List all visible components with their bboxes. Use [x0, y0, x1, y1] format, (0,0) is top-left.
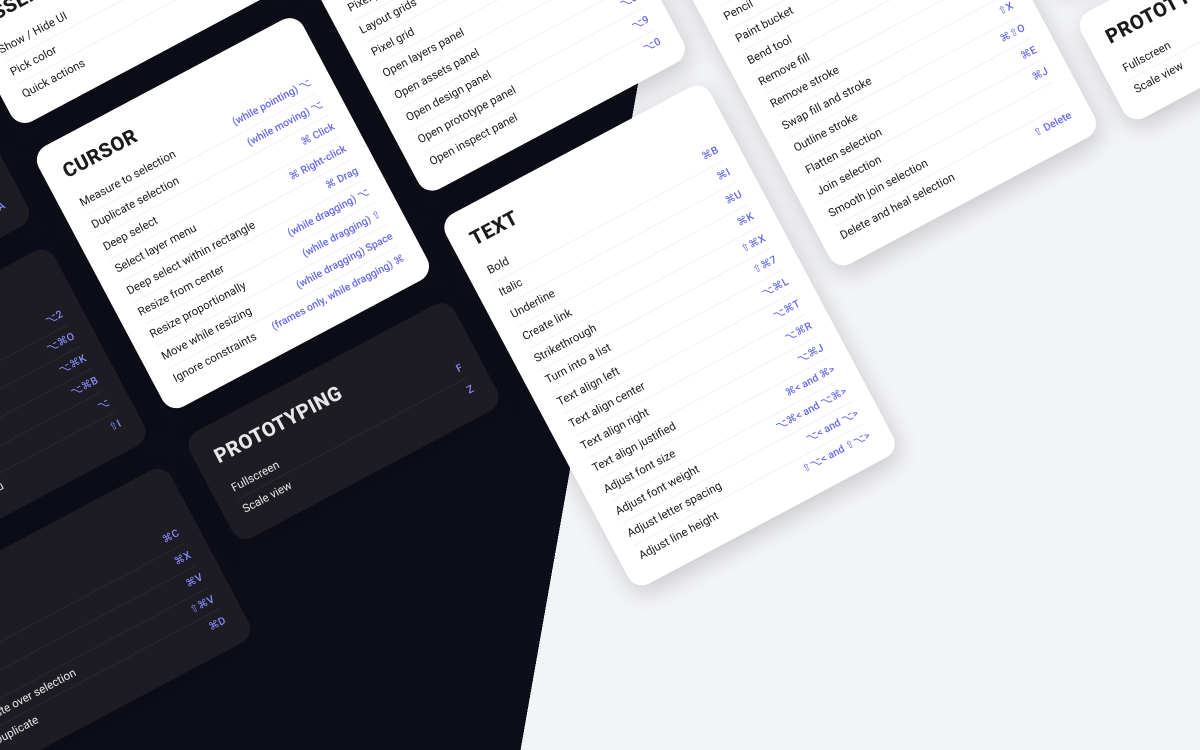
- shortcut-cheatsheet-scene: TEXTBold⌘BItalic⌘IUnderline⌘UCreate link…: [0, 0, 1200, 750]
- shortcut-card-edit: EDITCopy⌘CCut⌘XPaste⌘VPaste over selecti…: [0, 463, 256, 750]
- shortcut-card-prototyping: PROTOTYPINGFullscreenFScale viewZ: [1074, 0, 1200, 125]
- shortcut-key: ⌥⇧A: [0, 199, 7, 223]
- shortcut-row: Scale viewZ: [238, 377, 479, 521]
- diagonal-card-grid: TEXTBold⌘BItalic⌘IUnderline⌘UCreate link…: [0, 0, 1200, 750]
